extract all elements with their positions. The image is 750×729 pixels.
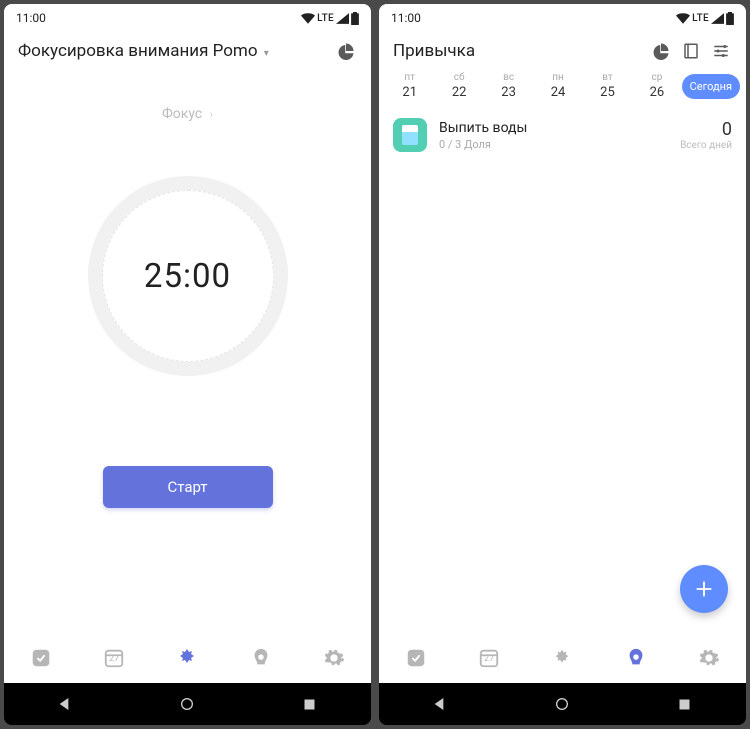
plus-icon [693, 578, 715, 600]
page-title-text: Фокусировка внимания Pomo [18, 41, 258, 61]
signal-icon [336, 13, 349, 24]
filter-icon[interactable] [710, 40, 732, 62]
nav-calendar-day: 27 [109, 654, 119, 664]
sys-recent[interactable] [300, 694, 320, 714]
nav-tasks[interactable] [28, 645, 54, 671]
day-0[interactable]: пт21 [385, 72, 434, 100]
screen-pomo: 11:00 LTE Фокусировка внимания Pomo ▾ Фо… [4, 4, 371, 683]
wifi-icon [301, 13, 315, 24]
habit-count-label: Всего дней [680, 140, 732, 151]
lte-label: LTE [692, 13, 709, 24]
timer-circle[interactable]: 25:00 [88, 176, 288, 376]
chevron-down-icon: ▾ [264, 48, 269, 59]
status-icons: LTE [301, 12, 359, 25]
chevron-right-icon: › [210, 108, 213, 121]
timer-ticks [102, 190, 274, 362]
today-button[interactable]: Сегодня [682, 74, 740, 99]
habit-count: 0 [680, 119, 732, 140]
add-habit-button[interactable] [680, 565, 728, 613]
statusbar: 11:00 LTE [379, 4, 746, 32]
signal-icon [711, 13, 724, 24]
sys-back[interactable] [430, 694, 450, 714]
nav-settings[interactable] [321, 645, 347, 671]
nav-calendar[interactable]: 27 [101, 645, 127, 671]
nav-calendar[interactable]: 27 [476, 645, 502, 671]
habit-stats: 0 Всего дней [680, 119, 732, 151]
status-icons: LTE [676, 12, 734, 25]
statusbar: 11:00 LTE [4, 4, 371, 32]
day-1[interactable]: сб22 [434, 72, 483, 100]
page-title[interactable]: Фокусировка внимания Pomo ▾ [18, 41, 269, 61]
sys-home[interactable] [552, 694, 572, 714]
system-nav [4, 683, 371, 725]
battery-icon [351, 12, 359, 25]
bottom-nav: 27 [4, 631, 371, 683]
phone-right: 11:00 LTE Привычка пт21 сб22 [379, 4, 746, 725]
screen-habits: 11:00 LTE Привычка пт21 сб22 [379, 4, 746, 683]
day-2[interactable]: вс23 [484, 72, 533, 100]
status-time: 11:00 [16, 11, 46, 25]
page-title: Привычка [393, 41, 475, 61]
lte-label: LTE [317, 13, 334, 24]
phone-left: 11:00 LTE Фокусировка внимания Pomo ▾ Фо… [4, 4, 371, 725]
header: Фокусировка внимания Pomo ▾ [4, 32, 371, 66]
wifi-icon [676, 13, 690, 24]
nav-tasks[interactable] [403, 645, 429, 671]
sys-back[interactable] [55, 694, 75, 714]
nav-habits[interactable] [623, 645, 649, 671]
habit-item[interactable]: Выпить воды 0 / 3 Доля 0 Всего дней [379, 110, 746, 160]
start-button[interactable]: Старт [103, 466, 273, 508]
day-5[interactable]: ср26 [632, 72, 681, 100]
nav-habits[interactable] [248, 645, 274, 671]
nav-pomo[interactable] [174, 645, 200, 671]
focus-label-text: Фокус [162, 106, 202, 122]
habit-title: Выпить воды [439, 120, 527, 136]
timer: 25:00 [4, 176, 371, 376]
nav-settings[interactable] [696, 645, 722, 671]
sys-home[interactable] [177, 694, 197, 714]
battery-icon [726, 12, 734, 25]
system-nav [379, 683, 746, 725]
habit-text: Выпить воды 0 / 3 Доля [439, 120, 527, 151]
water-icon [393, 118, 427, 152]
status-time: 11:00 [391, 11, 421, 25]
header: Привычка [379, 32, 746, 66]
day-4[interactable]: вт25 [583, 72, 632, 100]
stats-icon[interactable] [650, 40, 672, 62]
focus-label[interactable]: Фокус › [4, 106, 371, 122]
day-3[interactable]: пн24 [533, 72, 582, 100]
nav-pomo[interactable] [549, 645, 575, 671]
stats-icon[interactable] [335, 40, 357, 62]
sys-recent[interactable] [675, 694, 695, 714]
bottom-nav: 27 [379, 631, 746, 683]
habit-sub: 0 / 3 Доля [439, 138, 527, 151]
week-bar: пт21 сб22 вс23 пн24 вт25 ср26 Сегодня [379, 66, 746, 110]
archive-icon[interactable] [680, 40, 702, 62]
nav-calendar-day: 27 [484, 654, 494, 664]
